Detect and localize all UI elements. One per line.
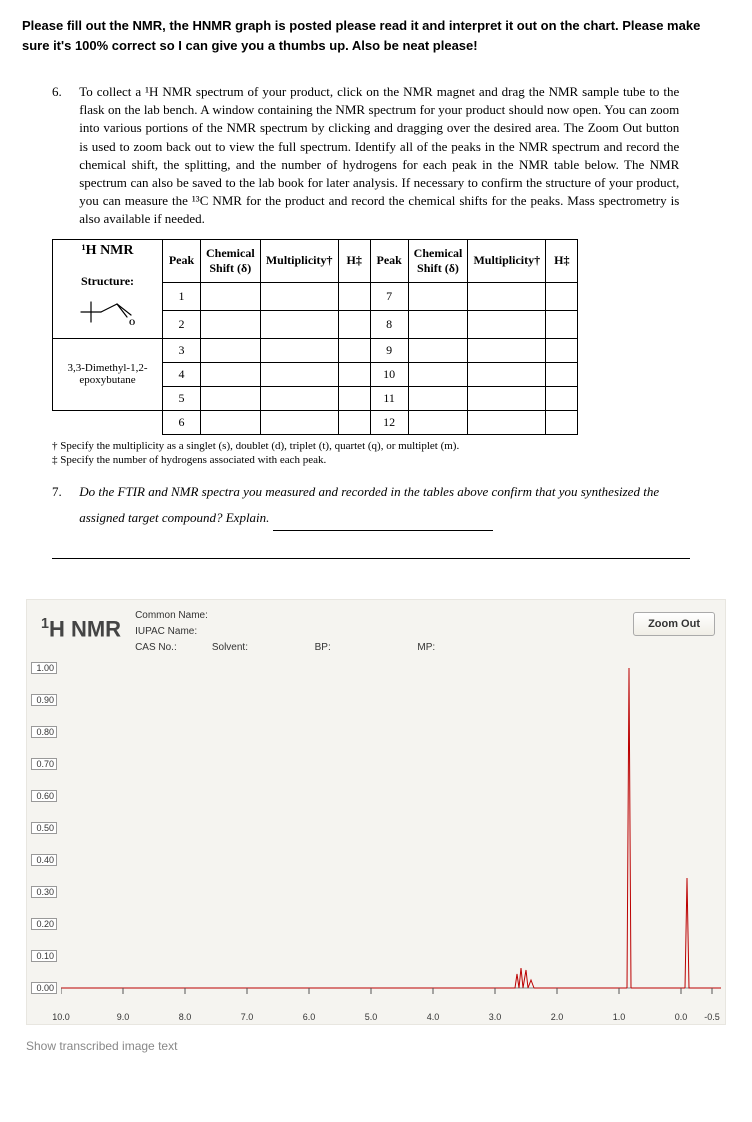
- spectrum-plot: [61, 668, 721, 998]
- spectrum-info: Common Name: IUPAC Name: CAS No.: Solven…: [135, 606, 633, 656]
- ytick: 0.70: [31, 758, 57, 770]
- nmr-table: ¹H NMRStructure: O Peak Chemical Shift: [52, 239, 578, 435]
- xtick: 0.0: [675, 1012, 688, 1022]
- xtick: 8.0: [179, 1012, 192, 1022]
- footnote-1: † Specify the multiplicity as a singlet …: [52, 439, 730, 453]
- col-h-mult: Multiplicity†: [260, 239, 338, 282]
- lbl-iupac: IUPAC Name:: [135, 624, 209, 640]
- col-h-h2: H‡: [546, 239, 578, 282]
- ytick: 0.60: [31, 790, 57, 802]
- compound-name: 3,3-Dimethyl-1,2-epoxybutane: [53, 338, 163, 410]
- xtick: 6.0: [303, 1012, 316, 1022]
- xtick: -0.5: [704, 1012, 720, 1022]
- table-row: 6 12: [53, 410, 578, 434]
- xtick: 5.0: [365, 1012, 378, 1022]
- col-h-shift2: Chemical Shift (δ): [408, 239, 468, 282]
- q6-number: 6.: [52, 83, 76, 101]
- col-h-peak: Peak: [163, 239, 201, 282]
- table-title: ¹H NMRStructure: O: [53, 239, 163, 338]
- svg-text:O: O: [129, 318, 135, 327]
- zoom-out-button[interactable]: Zoom Out: [633, 612, 715, 636]
- question-6: 6. To collect a ¹H NMR spectrum of your …: [52, 83, 730, 229]
- q7-body: Do the FTIR and NMR spectra you measured…: [79, 479, 679, 531]
- lbl-cas: CAS No.:: [135, 640, 209, 656]
- q6-body: To collect a ¹H NMR spectrum of your pro…: [79, 83, 679, 229]
- xtick: 7.0: [241, 1012, 254, 1022]
- footnote-2: ‡ Specify the number of hydrogens associ…: [52, 453, 730, 467]
- xtick: 9.0: [117, 1012, 130, 1022]
- col-h-h: H‡: [338, 239, 370, 282]
- ytick: 0.30: [31, 886, 57, 898]
- lbl-bp: BP:: [315, 640, 365, 656]
- question-7: 7. Do the FTIR and NMR spectra you measu…: [52, 479, 730, 531]
- lbl-common: Common Name:: [135, 608, 209, 624]
- ytick: 0.50: [31, 822, 57, 834]
- ytick: 1.00: [31, 662, 57, 674]
- col-h-shift: Chemical Shift (δ): [201, 239, 261, 282]
- ytick: 0.10: [31, 950, 57, 962]
- q7-number: 7.: [52, 479, 76, 505]
- plot-area[interactable]: 1.00 0.90 0.80 0.70 0.60 0.50 0.40 0.30 …: [27, 664, 725, 1024]
- intro-text: Please fill out the NMR, the HNMR graph …: [22, 16, 730, 55]
- spectrum-title: 1H NMR: [35, 606, 135, 642]
- ytick: 0.80: [31, 726, 57, 738]
- ytick: 0.20: [31, 918, 57, 930]
- xtick: 3.0: [489, 1012, 502, 1022]
- xtick: 10.0: [52, 1012, 70, 1022]
- structure-drawing: O: [73, 293, 143, 331]
- ytick: 0.90: [31, 694, 57, 706]
- xtick: 2.0: [551, 1012, 564, 1022]
- answer-blank-line[interactable]: [52, 531, 690, 559]
- xtick: 1.0: [613, 1012, 626, 1022]
- table-row: 3,3-Dimethyl-1,2-epoxybutane 3 9: [53, 338, 578, 362]
- show-transcribed-link[interactable]: Show transcribed image text: [26, 1039, 730, 1053]
- nmr-spectrum-window: 1H NMR Common Name: IUPAC Name: CAS No.:…: [26, 599, 726, 1025]
- answer-blank[interactable]: [273, 530, 493, 531]
- ytick: 0.00: [31, 982, 57, 994]
- col-h-peak2: Peak: [370, 239, 408, 282]
- xtick: 4.0: [427, 1012, 440, 1022]
- lbl-solvent: Solvent:: [212, 640, 262, 656]
- ytick: 0.40: [31, 854, 57, 866]
- footnotes: † Specify the multiplicity as a singlet …: [52, 439, 730, 468]
- col-h-mult2: Multiplicity†: [468, 239, 546, 282]
- lbl-mp: MP:: [417, 640, 467, 656]
